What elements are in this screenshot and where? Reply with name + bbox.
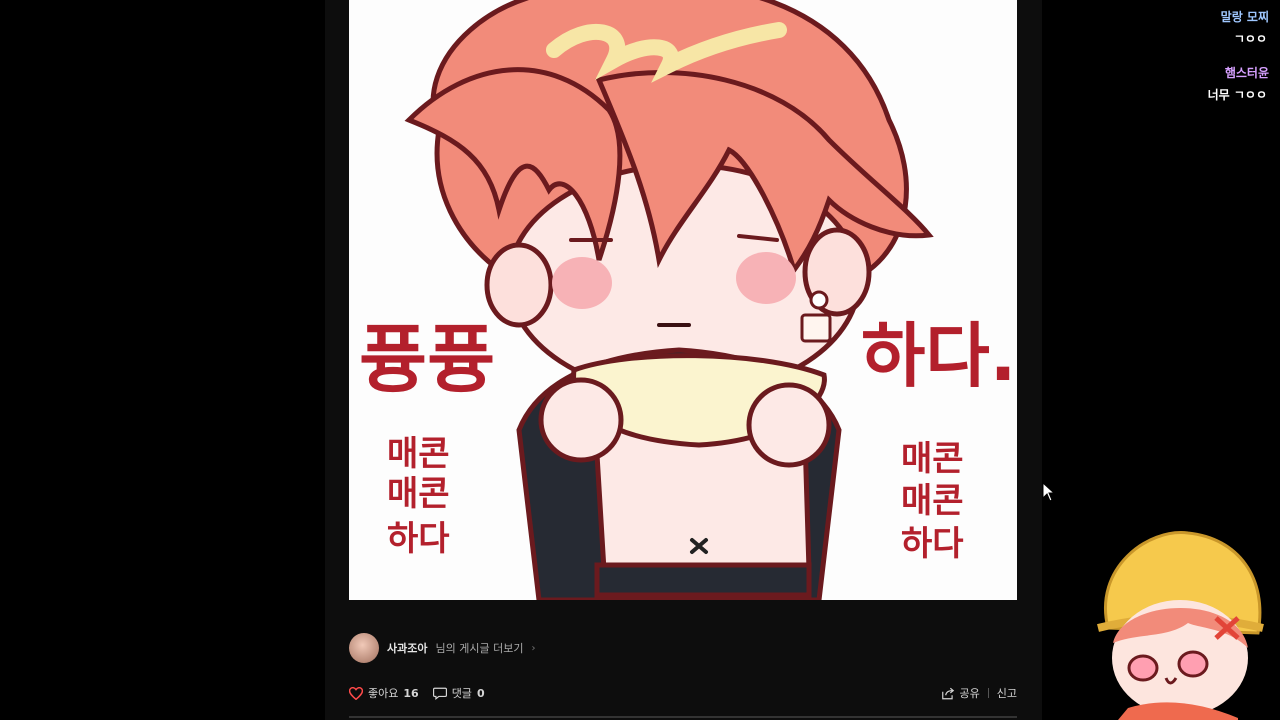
chat-message: 햄스터윤 너무 ㄱㅇㅇ [1205, 64, 1269, 105]
comment-button[interactable]: 댓글 0 [432, 685, 485, 701]
artwork-small-text-right-3: 하다 [901, 524, 964, 564]
post-artwork[interactable]: 퓽퓽 하다. 매콘 매콘 하다 매콘 매콘 하다 [349, 0, 1017, 600]
like-count: 16 [403, 686, 419, 700]
comment-label: 댓글 [451, 687, 472, 700]
mouse-cursor-icon [1042, 482, 1056, 502]
artwork-small-text-left-3: 하다 [387, 519, 450, 559]
author-row[interactable]: 사과조아 님의 게시글 더보기 › [349, 633, 535, 663]
heart-icon [349, 686, 363, 700]
artwork-small-text-right-2: 매콘 [901, 481, 964, 521]
share-label: 공유 [959, 687, 980, 700]
artwork-small-text-left-2: 매콘 [387, 474, 450, 514]
chat-message: 말랑 모찌 ㄱㅇㅇ [1206, 8, 1269, 49]
left-backdrop [0, 0, 325, 720]
chat-overlay: 말랑 모찌 ㄱㅇㅇ 햄스터윤 너무 ㄱㅇㅇ [1205, 8, 1269, 120]
artwork-small-text-left-1: 매콘 [387, 434, 450, 474]
artwork-right-text: 하다. [861, 315, 1016, 397]
chat-username: 말랑 모찌 [1220, 10, 1269, 24]
like-button[interactable]: 좋아요 16 [349, 685, 419, 701]
action-divider [987, 688, 989, 698]
chat-text: 너무 ㄱㅇㅇ [1205, 84, 1269, 105]
chat-text: ㄱㅇㅇ [1231, 28, 1269, 49]
chevron-right-icon: › [531, 642, 536, 654]
speech-bubble-icon [432, 687, 447, 700]
author-more-posts-link[interactable]: 님의 게시글 더보기 [435, 640, 523, 656]
artwork-left-text: 퓽퓽 [359, 317, 495, 403]
author-avatar[interactable] [349, 633, 379, 663]
post-divider [349, 716, 1017, 718]
like-label: 좋아요 [368, 687, 399, 700]
report-button[interactable]: 신고 [997, 685, 1017, 701]
share-button[interactable]: 공유 [941, 685, 980, 701]
post-action-bar: 좋아요 16 댓글 0 공유 신고 [349, 682, 1017, 704]
artwork-drawing: 퓽퓽 하다. 매콘 매콘 하다 매콘 매콘 하다 [359, 0, 1016, 600]
share-icon [941, 687, 954, 699]
comment-count: 0 [476, 686, 485, 700]
streamer-avatar [1097, 531, 1264, 720]
author-name[interactable]: 사과조아 [387, 640, 427, 656]
chat-username: 햄스터윤 [1224, 66, 1269, 80]
artwork-small-text-right-1: 매콘 [901, 439, 964, 479]
